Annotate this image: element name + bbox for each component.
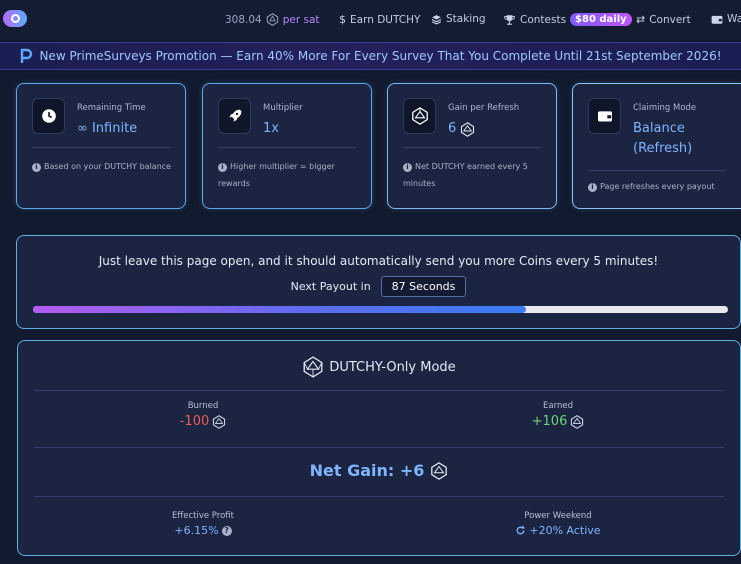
card-label: Multiplier	[263, 103, 303, 113]
wallet-icon	[588, 98, 621, 134]
dollar-icon: $	[339, 13, 346, 26]
power-weekend-value: +20% Active	[529, 524, 601, 537]
effective-profit-stat: Effective Profit +6.15% ?	[103, 511, 303, 537]
effective-profit-value: +6.15%	[174, 524, 219, 537]
payout-progress-fill	[33, 306, 527, 313]
nav-wallet[interactable]: Wal	[711, 13, 741, 25]
power-weekend-row: +20% Active	[458, 524, 658, 537]
promo-banner[interactable]: New PrimeSurveys Promotion — Earn 40% Mo…	[0, 42, 741, 70]
info-icon: i	[32, 163, 41, 172]
dutchy-coin-icon	[212, 414, 226, 429]
dutchy-mode-title-text: DUTCHY-Only Mode	[329, 359, 456, 375]
dutchy-coin-icon	[403, 98, 436, 134]
payout-message: Just leave this page open, and it should…	[98, 254, 659, 268]
card-claiming-mode: Claiming Mode Balance (Refresh) i Page re…	[572, 83, 741, 209]
card-value: ∞ Infinite	[77, 121, 138, 136]
earned-value: +106	[531, 414, 568, 429]
dutchy-coin-icon	[570, 414, 584, 429]
dutchy-coin-icon	[430, 461, 448, 480]
info-icon: i	[403, 163, 412, 172]
promo-text: New PrimeSurveys Promotion — Earn 40% Mo…	[39, 49, 722, 63]
card-value: Balance (Refresh)	[633, 121, 693, 156]
earned-stat: Earned +106	[458, 401, 658, 429]
effective-profit-row: +6.15% ?	[103, 524, 303, 537]
payout-panel: Just leave this page open, and it should…	[16, 235, 741, 329]
payout-countdown: 87 Seconds	[380, 276, 467, 297]
nav-convert[interactable]: ⇄ Convert	[636, 13, 691, 26]
rocket-icon	[218, 98, 251, 134]
nav-convert-label: Convert	[649, 13, 691, 26]
dutchy-coin-icon	[460, 121, 475, 137]
balance-value: 308.04	[225, 13, 262, 26]
layers-icon	[431, 14, 442, 25]
card-value-row: 6	[448, 119, 475, 139]
power-weekend-stat: Power Weekend +20% Active	[458, 511, 658, 537]
card-value: 1x	[263, 121, 279, 136]
dutchy-coin-icon	[266, 13, 279, 26]
card-value: 6	[448, 121, 457, 136]
net-gain: Net Gain: +6	[18, 461, 740, 480]
balance-display: 308.04 per sat	[225, 13, 320, 26]
wallet-icon	[711, 14, 723, 25]
burned-stat: Burned -100	[103, 401, 303, 429]
nav-contests-label: Contests	[520, 13, 567, 26]
burned-value-row: -100	[103, 414, 303, 429]
dutchy-only-panel: DUTCHY-Only Mode Burned -100 Earned +106…	[17, 340, 741, 556]
card-note: i Higher multiplier = bigger rewards	[218, 162, 335, 188]
nav-staking[interactable]: Staking	[431, 13, 486, 25]
earned-value-row: +106	[458, 414, 658, 429]
card-note: i Page refreshes every payout	[588, 178, 731, 195]
power-weekend-label: Power Weekend	[524, 511, 592, 521]
contests-badge: $80 daily	[570, 13, 632, 26]
dutchy-mode-title: DUTCHY-Only Mode	[18, 356, 740, 378]
app-logo[interactable]	[3, 10, 27, 27]
dutchy-coin-icon	[302, 356, 324, 378]
net-gain-text: Net Gain: +6	[309, 461, 425, 480]
card-label: Remaining Time	[77, 103, 146, 113]
card-label: Gain per Refresh	[448, 103, 520, 113]
payout-progress-bar	[33, 306, 728, 313]
primesurveys-logo-icon	[19, 48, 33, 64]
info-icon: i	[218, 163, 227, 172]
effective-profit-label: Effective Profit	[172, 511, 234, 521]
trophy-icon	[503, 14, 516, 26]
burned-label: Burned	[187, 401, 219, 411]
card-note: i Based on your DUTCHY balance	[32, 158, 175, 175]
clock-icon	[32, 98, 65, 134]
card-gain-per-refresh: Gain per Refresh 6 i Net DUTCHY earned ev…	[387, 83, 557, 209]
nav-wallet-label: Wal	[727, 13, 741, 25]
card-remaining-time: Remaining Time ∞ Infinite i Based on your…	[16, 83, 186, 209]
per-sat-label: per sat	[282, 13, 320, 26]
nav-contests[interactable]: Contests $80 daily	[503, 13, 632, 26]
refresh-icon	[515, 525, 526, 536]
burned-value: -100	[179, 414, 210, 429]
earned-label: Earned	[543, 401, 573, 411]
next-payout-row: Next Payout in 87 Seconds	[17, 276, 740, 297]
help-icon[interactable]: ?	[221, 525, 232, 536]
nav-staking-label: Staking	[446, 13, 486, 25]
card-label: Claiming Mode	[633, 103, 697, 113]
top-nav: 308.04 per sat $ Earn DUTCHY Staking Con…	[0, 0, 741, 41]
next-payout-label: Next Payout in	[290, 280, 371, 293]
info-icon: i	[588, 183, 597, 192]
card-note: i Net DUTCHY earned every 5 minutes	[403, 162, 528, 188]
nav-earn-dutchy[interactable]: $ Earn DUTCHY	[339, 13, 420, 26]
nav-earn-label: Earn DUTCHY	[350, 13, 421, 26]
card-multiplier: Multiplier 1x i Higher multiplier = bigge…	[202, 83, 372, 209]
swap-icon: ⇄	[636, 13, 646, 26]
